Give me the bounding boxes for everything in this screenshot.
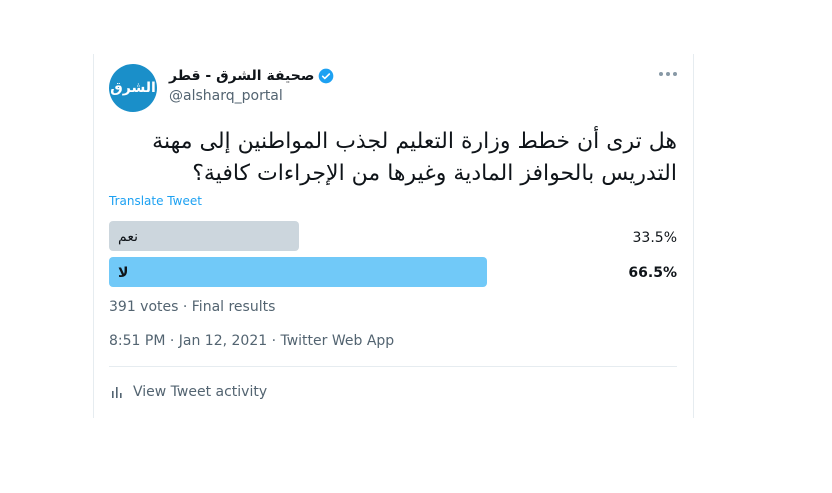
view-tweet-activity-label: View Tweet activity [133,384,268,400]
poll-option-2-percent: 66.5% [628,265,677,281]
translate-tweet-link[interactable]: Translate Tweet [109,194,202,208]
poll-option-1-label: نعم [118,229,138,245]
poll-option-2-bar [109,257,487,287]
poll-option-2-label: لا [118,265,129,281]
avatar-logo-text: الشرق [110,80,156,96]
tweet-text: هل ترى أن خطط وزارة التعليم لجذب المواطن… [152,129,677,186]
more-dots-icon[interactable] [656,64,680,84]
author-name-row[interactable]: صحيفة الشرق - قطر [169,68,334,84]
author-handle[interactable]: @alsharq_portal [169,88,283,104]
divider [109,366,677,367]
tweet-timestamp[interactable]: 8:51 PM · Jan 12, 2021 · Twitter Web App [109,333,394,349]
view-tweet-activity-button[interactable]: View Tweet activity [109,384,267,400]
poll-option-1-percent: 33.5% [632,230,677,246]
avatar[interactable]: الشرق [109,64,157,112]
display-name[interactable]: صحيفة الشرق - قطر [169,68,314,84]
bar-chart-icon [112,387,122,398]
poll-summary: 391 votes · Final results [109,299,276,315]
verified-badge-icon [319,68,334,84]
